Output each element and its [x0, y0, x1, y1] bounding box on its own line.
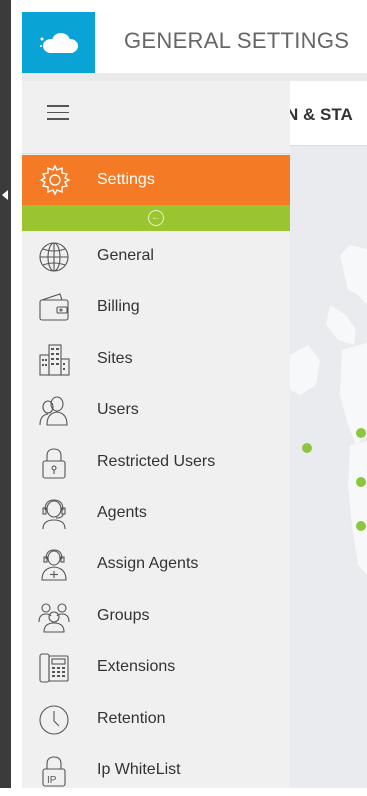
lock-icon — [42, 448, 66, 479]
arrow-left-circle-icon[interactable]: ← — [148, 210, 164, 226]
clock-icon — [39, 704, 69, 735]
logo[interactable] — [22, 12, 95, 73]
map-dot — [356, 477, 366, 487]
cloud-logo-icon — [39, 32, 78, 53]
sidebar-item-billing[interactable]: Billing — [22, 282, 290, 333]
header: GENERAL SETTINGS — [95, 12, 367, 73]
users-icon — [39, 396, 68, 426]
header-divider — [22, 73, 367, 81]
sidebar-item-ip-whitelist[interactable]: IP Ip WhiteList — [22, 745, 290, 796]
collapse-sidebar-bar[interactable]: ← — [22, 205, 290, 231]
main-content: N & STA — [290, 81, 367, 788]
sidebar-item-label: Extensions — [97, 658, 176, 676]
sidebar-item-label: General — [97, 247, 154, 264]
sidebar-item-label: Users — [97, 401, 139, 419]
sidebar-item-restricted-users[interactable]: Restricted Users — [22, 437, 290, 488]
phone-extension-icon — [39, 653, 69, 683]
world-map — [290, 145, 367, 788]
page-title: GENERAL SETTINGS — [124, 28, 350, 53]
headset-agent-icon — [42, 499, 66, 529]
sidebar-item-label: Restricted Users — [97, 452, 216, 470]
sidebar-item-retention[interactable]: Retention — [22, 694, 290, 745]
sidebar-item-label: Assign Agents — [97, 555, 199, 573]
sidebar-item-agents[interactable]: Agents — [22, 488, 290, 539]
map-dot — [302, 443, 312, 453]
sidebar-item-sites[interactable]: Sites — [22, 334, 290, 385]
left-edge-bar — [0, 0, 11, 788]
ip-lock-icon: IP — [42, 756, 66, 787]
sidebar-item-label: Agents — [97, 503, 147, 521]
wallet-icon — [39, 293, 69, 321]
sidebar-item-users[interactable]: Users — [22, 385, 290, 436]
sidebar-item-label: Settings — [97, 171, 155, 188]
map-dot — [356, 521, 366, 531]
building-icon — [39, 344, 70, 376]
content-tab-header[interactable]: N & STA — [290, 81, 367, 146]
sidebar-item-extensions[interactable]: Extensions — [22, 642, 290, 693]
sidebar-item-label: Retention — [97, 709, 166, 727]
svg-text:IP: IP — [47, 775, 57, 786]
hamburger-icon[interactable] — [47, 105, 69, 125]
assign-agent-icon — [41, 549, 67, 581]
map-dot — [356, 428, 366, 438]
sidebar: Settings ← General Billing Sites Users R… — [22, 81, 290, 788]
globe-icon — [39, 242, 69, 272]
gear-icon — [39, 164, 71, 196]
sidebar-item-label: Sites — [97, 349, 133, 367]
expand-arrow-icon[interactable] — [2, 190, 8, 200]
group-icon — [38, 603, 70, 633]
menu-toggle[interactable] — [22, 81, 290, 154]
sidebar-menu: General Billing Sites Users Restricted U… — [22, 231, 290, 796]
sidebar-item-label: Groups — [97, 606, 150, 624]
sidebar-item-settings[interactable]: Settings — [22, 155, 290, 205]
sidebar-item-general[interactable]: General — [22, 231, 290, 282]
sidebar-item-groups[interactable]: Groups — [22, 591, 290, 642]
sidebar-item-label: Ip WhiteList — [97, 760, 181, 778]
tab-title: N & STA — [290, 105, 353, 124]
sidebar-item-assign-agents[interactable]: Assign Agents — [22, 539, 290, 590]
sidebar-item-label: Billing — [97, 298, 140, 316]
